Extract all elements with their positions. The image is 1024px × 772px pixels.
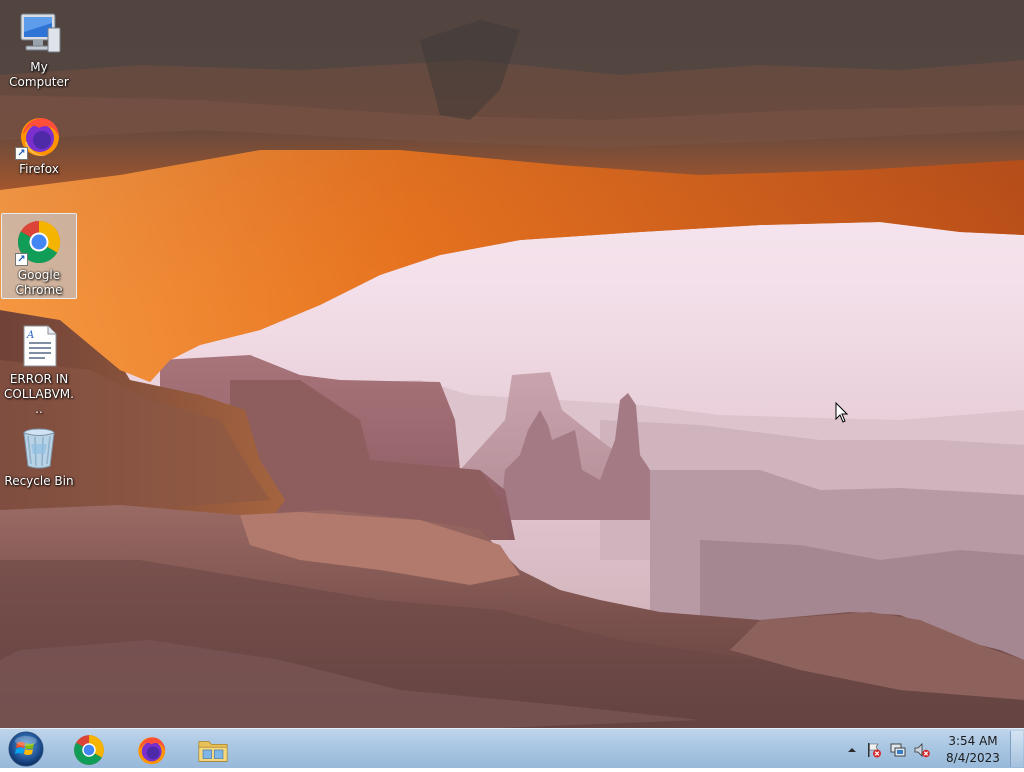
taskbar-chrome-button[interactable] bbox=[60, 729, 116, 769]
desktop-icon-label: Firefox bbox=[19, 162, 59, 176]
file-explorer-icon bbox=[198, 741, 228, 762]
windows-logo-icon bbox=[8, 731, 44, 767]
volume-muted-icon[interactable] bbox=[914, 742, 930, 758]
shortcut-arrow-icon: ↗ bbox=[15, 147, 28, 160]
desktop-icon-google-chrome[interactable]: ↗ Google Chrome bbox=[1, 213, 77, 299]
desktop-icon-label: ERROR IN COLLABVM... bbox=[4, 372, 74, 416]
taskbar-file-explorer-button[interactable] bbox=[184, 729, 240, 769]
mouse-pointer-icon bbox=[835, 401, 849, 428]
recycle-bin-icon bbox=[15, 424, 63, 472]
start-button[interactable] bbox=[4, 730, 44, 768]
desktop-icon-label: Recycle Bin bbox=[4, 474, 74, 488]
desktop-wallpaper bbox=[0, 0, 1024, 728]
firefox-icon: ↗ bbox=[15, 112, 63, 160]
desktop-icon-recycle-bin[interactable]: Recycle Bin bbox=[2, 420, 76, 489]
taskbar: 3:54 AM 8/4/2023 bbox=[0, 728, 1024, 768]
firefox-icon bbox=[138, 737, 166, 765]
chrome-icon: ↗ bbox=[15, 218, 63, 266]
desktop-icon-firefox[interactable]: ↗ Firefox bbox=[2, 108, 76, 177]
canyon-arch-landscape bbox=[0, 0, 1024, 728]
action-center-flag-icon[interactable] bbox=[866, 742, 882, 758]
taskbar-firefox-button[interactable] bbox=[122, 729, 178, 769]
svg-text:A: A bbox=[26, 330, 34, 341]
show-desktop-button[interactable] bbox=[1010, 731, 1023, 767]
network-icon[interactable] bbox=[890, 742, 906, 758]
shortcut-arrow-icon: ↗ bbox=[15, 253, 28, 266]
desktop-icon-label: My Computer bbox=[9, 60, 69, 89]
desktop-icon-error-document[interactable]: A ERROR IN COLLABVM... bbox=[2, 318, 76, 417]
computer-icon bbox=[15, 10, 63, 58]
desktop-icon-label: Google Chrome bbox=[15, 268, 63, 297]
clock-time[interactable]: 3:54 AM bbox=[944, 734, 1002, 748]
clock-date[interactable]: 8/4/2023 bbox=[944, 751, 1002, 765]
show-hidden-icons-chevron[interactable] bbox=[844, 742, 860, 758]
desktop-icon-my-computer[interactable]: My Computer bbox=[2, 6, 76, 90]
document-icon: A bbox=[15, 322, 63, 370]
chrome-icon bbox=[74, 735, 104, 765]
